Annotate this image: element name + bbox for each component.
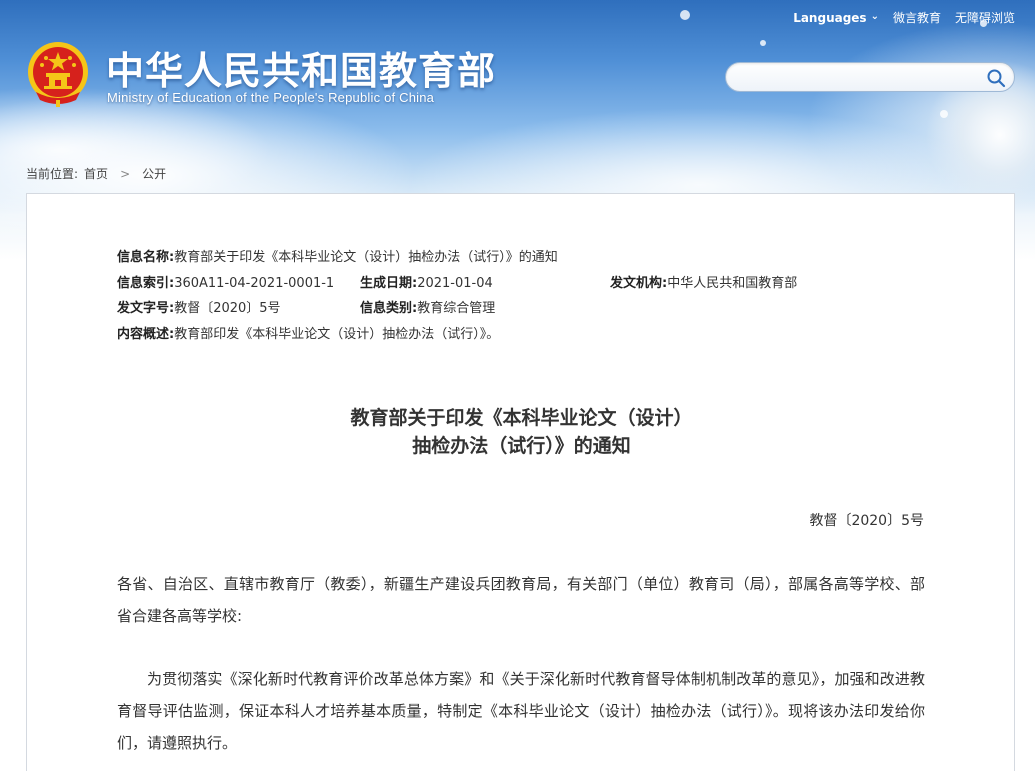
languages-link[interactable]: Languages ⌄ [793,11,879,25]
seed-decoration [940,110,948,118]
meta-name-value: 教育部关于印发《本科毕业论文（设计）抽检办法（试行）》的通知 [174,250,558,265]
meta-docno-value: 教督〔2020〕5号 [174,301,281,316]
meta-name-label: 信息名称: [117,250,175,265]
national-emblem-icon[interactable] [26,40,90,108]
breadcrumb-public[interactable]: 公开 [142,165,166,182]
search-icon[interactable] [986,68,1006,88]
search-input[interactable] [740,68,980,88]
meta-index-value: 360A11-04-2021-0001-1 [174,275,335,291]
meta-category-label: 信息类别: [360,301,418,316]
site-title[interactable]: 中华人民共和国教育部 [106,40,496,95]
search-box [725,62,1015,92]
document-title: 教育部关于印发《本科毕业论文（设计） 抽检办法（试行）》的通知 [27,404,1016,460]
top-links: Languages ⌄ 微言教育 无障碍浏览 [793,9,1015,26]
breadcrumb-prefix: 当前位置: [26,167,79,181]
seed-decoration [680,10,690,20]
document-title-line1: 教育部关于印发《本科毕业论文（设计） [350,407,693,429]
breadcrumb-home[interactable]: 首页 [84,165,108,182]
meta-summary-value: 教育部印发《本科毕业论文（设计）抽检办法（试行）》。 [174,326,500,342]
meta-issuer-value: 中华人民共和国教育部 [667,275,798,291]
meta-date-label: 生成日期: [360,275,418,291]
meta-date-value: 2021-01-04 [417,275,493,291]
meta-docno-label: 发文字号: [117,301,175,316]
document-paragraph-addressees: 各省、自治区、直辖市教育厅（教委），新疆生产建设兵团教育局，有关部门（单位）教育… [117,575,925,625]
weibo-link[interactable]: 微言教育 [893,9,941,26]
accessibility-link[interactable]: 无障碍浏览 [955,9,1015,26]
breadcrumb: 当前位置: 首页 > 公开 [26,165,166,182]
chevron-down-icon: ⌄ [870,11,879,22]
languages-label: Languages [793,10,867,25]
meta-category-value: 教育综合管理 [417,301,496,316]
document-title-line2: 抽检办法（试行）》的通知 [412,435,631,457]
seed-decoration [760,40,766,46]
document-paragraph-body: 为贯彻落实《深化新时代教育评价改革总体方案》和《关于深化新时代教育督导体制机制改… [117,670,925,752]
meta-index-label: 信息索引: [117,275,175,291]
site-subtitle: Ministry of Education of the People's Re… [107,90,435,105]
meta-summary-label: 内容概述: [117,326,175,342]
chevron-right-icon: > [120,166,131,181]
document-number: 教督〔2020〕5号 [809,513,924,529]
meta-issuer-label: 发文机构: [610,275,668,291]
content-panel: 信息名称:教育部关于印发《本科毕业论文（设计）抽检办法（试行）》的通知 信息索引… [26,193,1015,771]
